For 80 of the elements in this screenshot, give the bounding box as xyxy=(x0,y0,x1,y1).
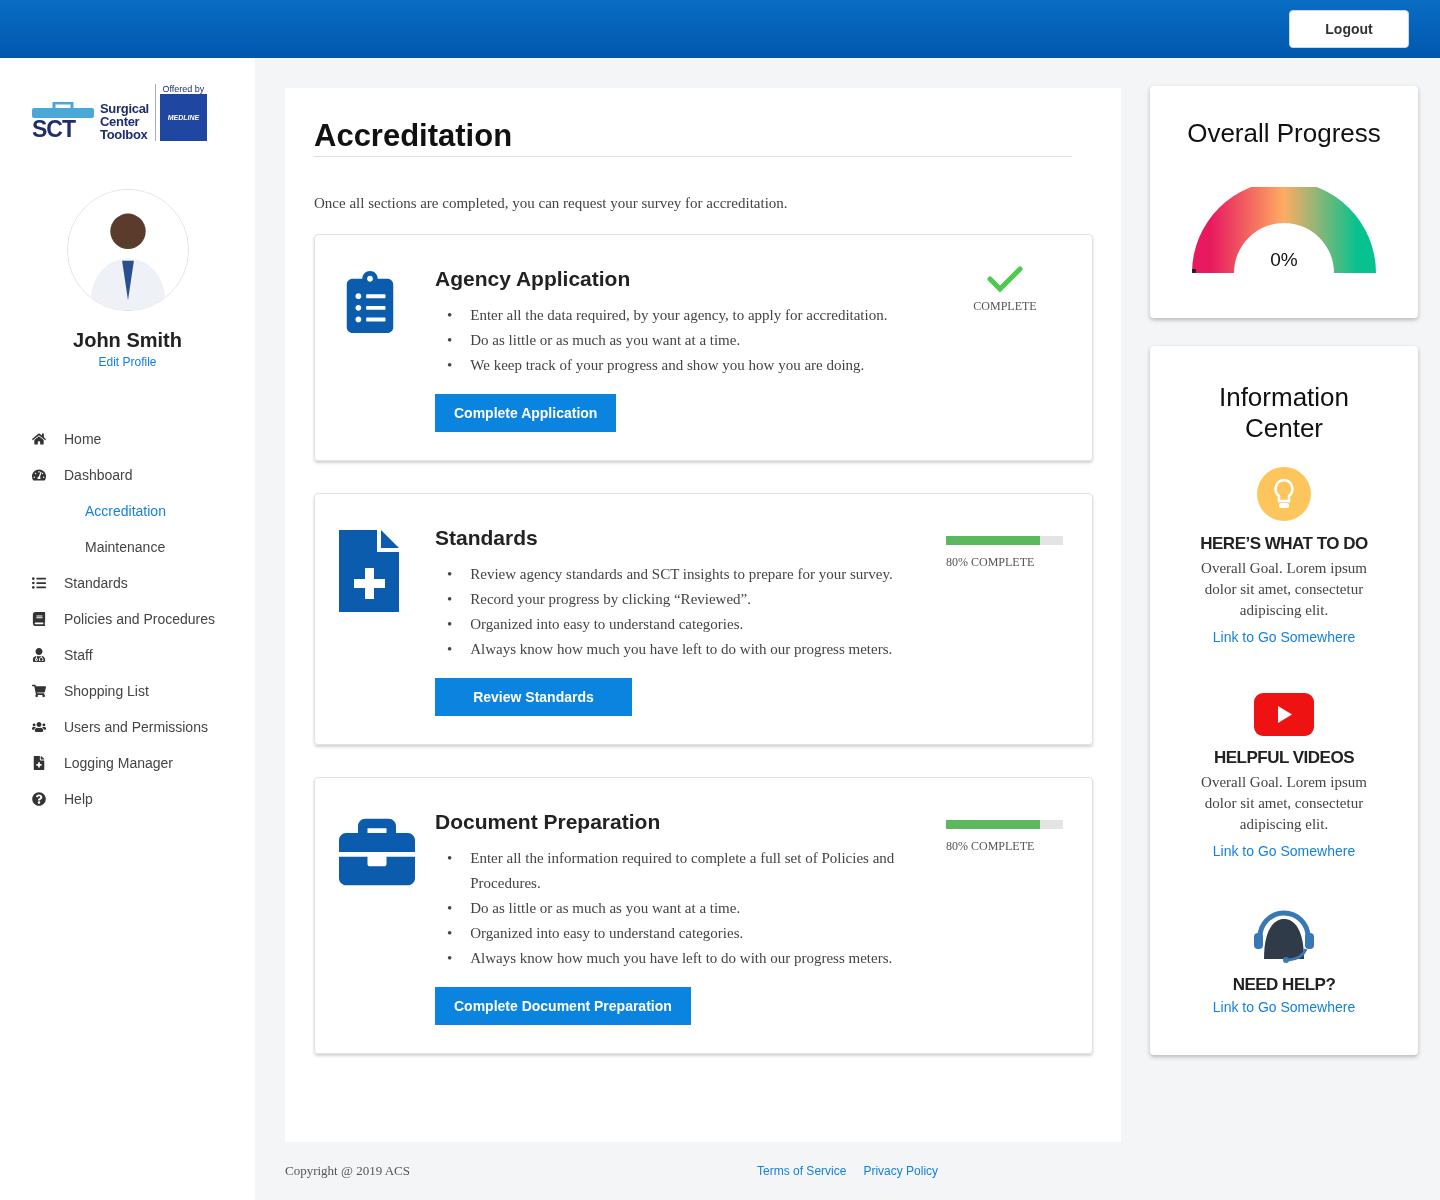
nav-item[interactable]: Home xyxy=(0,421,255,457)
logo-text: Toolbox xyxy=(100,128,149,141)
edit-profile-link[interactable]: Edit Profile xyxy=(98,355,157,369)
logo-text: Center xyxy=(100,115,140,128)
nav-item[interactable]: Shopping List xyxy=(0,673,255,709)
nav-item[interactable]: Help xyxy=(0,781,255,817)
bullet-text: Enter all the information required to complete a full set of Policies and Procedures. xyxy=(470,849,896,893)
play-icon xyxy=(1254,693,1314,736)
nav-subitem[interactable]: Accreditation xyxy=(0,493,255,529)
bullet-text: Organized into easy to understand categories. xyxy=(470,615,744,634)
footer-link[interactable]: Privacy Policy xyxy=(863,1164,939,1178)
intro-text: Once all sections are completed, you can request your survey for accreditation. xyxy=(314,195,789,212)
card-title: Information Center xyxy=(1217,382,1351,444)
bullet-text: Do as little or as much as you want at a time. xyxy=(470,899,741,918)
progress-reading: 0% xyxy=(1270,249,1298,271)
footer-link[interactable]: Terms of Service xyxy=(757,1164,847,1178)
bullet-text: Always know how much you have left to do with our progress meters. xyxy=(470,640,893,659)
nav-subitem[interactable]: Maintenance xyxy=(0,529,255,565)
cart-icon xyxy=(32,684,46,698)
status-label: 80% COMPLETE xyxy=(946,839,1035,854)
block-link[interactable]: Link to Go Somewhere xyxy=(1212,629,1356,645)
block-link[interactable]: Link to Go Somewhere xyxy=(1212,999,1356,1015)
logo-text: Surgical xyxy=(100,102,149,115)
users-icon xyxy=(32,720,46,734)
bullet-marker: • xyxy=(447,331,453,350)
section-button[interactable]: Review Standards xyxy=(435,678,632,716)
section-button[interactable]: Complete Document Preparation xyxy=(435,987,691,1025)
bullet-text: We keep track of your progress and show you how you are doing. xyxy=(470,356,865,375)
bullet-text: Do as little or as much as you want at a time. xyxy=(470,331,741,350)
lightbulb-icon xyxy=(1256,466,1312,522)
file-plus-icon xyxy=(32,756,46,770)
block-link[interactable]: Link to Go Somewhere xyxy=(1212,843,1356,859)
bullet-marker: • xyxy=(447,615,453,634)
bullet-text: Always know how much you have left to do with our progress meters. xyxy=(470,949,893,968)
home-icon xyxy=(32,432,46,446)
card-title: Overall Progress xyxy=(1187,118,1381,149)
logout-button[interactable]: Logout xyxy=(1289,10,1409,48)
nav-item[interactable]: Policies and Procedures xyxy=(0,601,255,637)
toolbox-icon xyxy=(32,102,94,118)
bullet-marker: • xyxy=(447,590,453,609)
help-icon xyxy=(32,792,46,806)
list-icon xyxy=(32,576,46,590)
block-heading: HERE’S WHAT TO DO xyxy=(1200,534,1368,554)
offered-by-label: Offered by xyxy=(162,84,205,94)
nav-item[interactable]: Dashboard xyxy=(0,457,255,493)
status-label: COMPLETE xyxy=(973,299,1037,314)
checkmark-icon xyxy=(987,265,1023,293)
bullet-text: Review agency standards and SCT insights to prepare for your survey. xyxy=(470,565,893,584)
bullet-text: Enter all the data required, by your agency, to apply for accreditation. xyxy=(470,306,888,325)
block-heading: HELPFUL VIDEOS xyxy=(1213,748,1354,768)
section-title: Document Preparation xyxy=(435,810,662,834)
nav-item[interactable]: Standards xyxy=(0,565,255,601)
block-text: Overall Goal. Lorem ipsum dolor sit amet, consectetur adipiscing elit. xyxy=(1200,773,1368,834)
section-title: Agency Application xyxy=(435,267,632,291)
user-name: John Smith xyxy=(72,329,183,352)
block-heading: NEED HELP? xyxy=(1232,975,1336,995)
block-text: Overall Goal. Lorem ipsum dolor sit amet, consectetur adipiscing elit. xyxy=(1200,559,1368,620)
page-title: Accreditation xyxy=(314,118,1072,157)
status-label: 80% COMPLETE xyxy=(946,555,1035,570)
file-plus-icon xyxy=(339,530,399,612)
copyright-text: Copyright @ 2019 ACS xyxy=(285,1163,411,1179)
bullet-marker: • xyxy=(447,949,453,968)
dashboard-icon xyxy=(32,468,46,482)
bullet-marker: • xyxy=(447,899,453,918)
doctor-icon xyxy=(32,648,46,662)
bullet-marker: • xyxy=(447,565,453,584)
nav-item[interactable]: Staff xyxy=(0,637,255,673)
bullet-marker: • xyxy=(447,924,453,943)
bullet-marker: • xyxy=(447,306,453,325)
bullet-text: Organized into easy to understand categories. xyxy=(470,924,744,943)
book-icon xyxy=(32,612,46,626)
nav-item[interactable]: Logging Manager xyxy=(0,745,255,781)
bullet-text: Record your progress by clicking “Reviewed”. xyxy=(470,590,751,609)
logo-letters: SCT xyxy=(32,118,77,141)
bullet-marker: • xyxy=(447,356,453,375)
section-button[interactable]: Complete Application xyxy=(435,394,617,432)
nav-item[interactable]: Users and Permissions xyxy=(0,709,255,745)
bullet-marker: • xyxy=(447,640,453,659)
bullet-marker: • xyxy=(447,849,453,868)
section-title: Standards xyxy=(435,526,539,550)
